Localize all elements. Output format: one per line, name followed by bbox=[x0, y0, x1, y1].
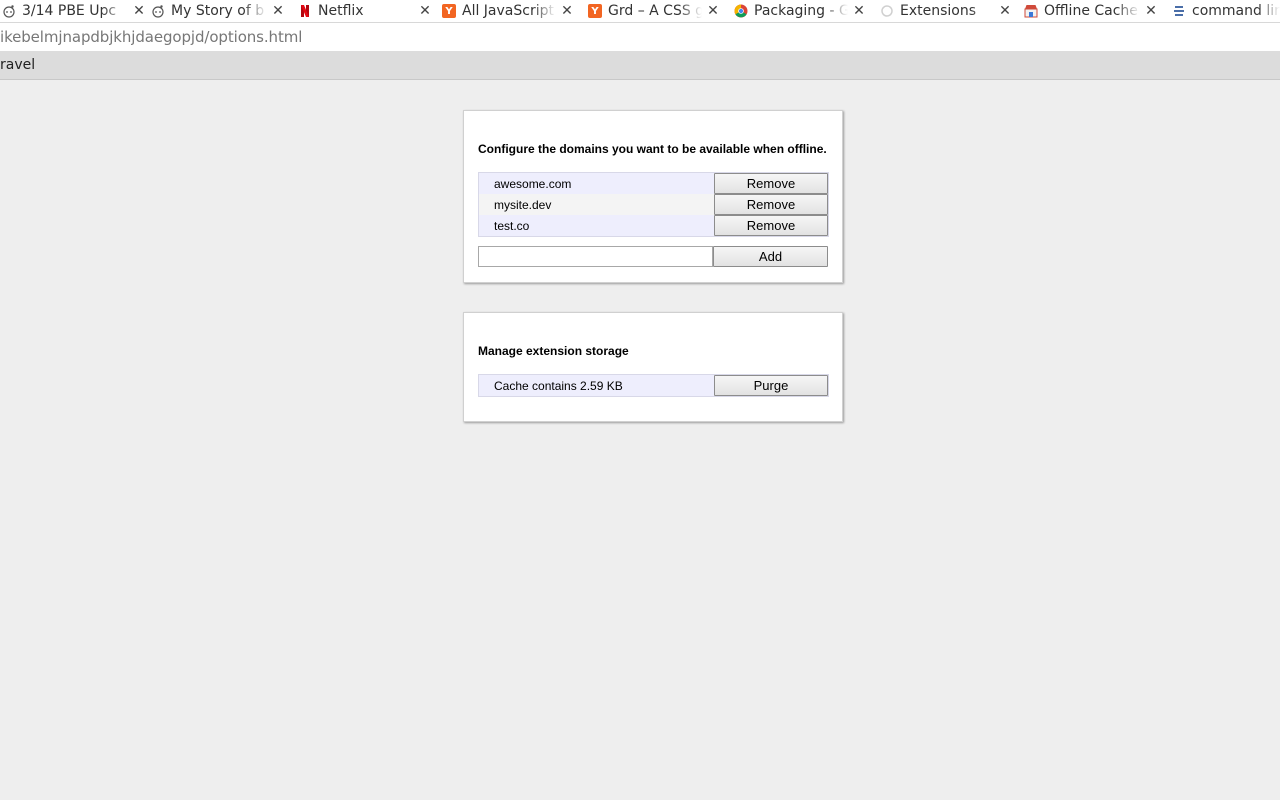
tab-strip: 3/14 PBE Upc ✕ My Story of b ✕ Netflix ✕… bbox=[0, 0, 1280, 22]
address-bar[interactable]: ikebelmjnapdbjkhjdaegopjd/options.html bbox=[0, 22, 1280, 51]
remove-domain-button[interactable]: Remove bbox=[714, 194, 828, 215]
domains-heading: Configure the domains you want to be ava… bbox=[478, 142, 827, 156]
domains-panel: Configure the domains you want to be ava… bbox=[463, 110, 843, 283]
address-bar-url[interactable]: ikebelmjnapdbjkhjdaegopjd/options.html bbox=[0, 28, 302, 46]
tab-packaging[interactable]: Packaging - G ✕ bbox=[734, 0, 866, 22]
tab-offline-cache[interactable]: Offline Cache ✕ bbox=[1024, 0, 1158, 22]
tab-title: Extensions bbox=[900, 3, 977, 19]
tab-title: Packaging - G bbox=[754, 3, 848, 19]
domain-list: awesome.com Remove mysite.dev Remove tes… bbox=[478, 172, 829, 237]
storage-panel: Manage extension storage Cache contains … bbox=[463, 312, 843, 422]
storage-heading: Manage extension storage bbox=[478, 344, 629, 358]
tab-extensions[interactable]: Extensions ✕ bbox=[880, 0, 1012, 22]
close-icon[interactable]: ✕ bbox=[271, 3, 285, 19]
tab-title: command line bbox=[1192, 3, 1280, 19]
close-icon[interactable]: ✕ bbox=[418, 3, 432, 19]
domain-name: mysite.dev bbox=[479, 194, 714, 215]
bookmarks-bar: ravel bbox=[0, 51, 1280, 80]
remove-domain-button[interactable]: Remove bbox=[714, 215, 828, 236]
tab-my-story[interactable]: My Story of b ✕ bbox=[151, 0, 285, 22]
tab-netflix[interactable]: Netflix ✕ bbox=[298, 0, 432, 22]
tab-all-javascript[interactable]: Y All JavaScript ✕ bbox=[442, 0, 574, 22]
puzzle-piece-icon bbox=[880, 4, 894, 18]
new-domain-input[interactable] bbox=[478, 246, 713, 267]
close-icon[interactable]: ✕ bbox=[998, 3, 1012, 19]
tab-title: 3/14 PBE Upc bbox=[22, 3, 117, 19]
close-icon[interactable]: ✕ bbox=[706, 3, 720, 19]
ycombinator-icon: Y bbox=[588, 4, 602, 18]
tab-title: Grd – A CSS g bbox=[608, 3, 702, 19]
chrome-icon bbox=[734, 4, 748, 18]
domain-name: awesome.com bbox=[479, 173, 714, 194]
close-icon[interactable]: ✕ bbox=[560, 3, 574, 19]
domain-row: awesome.com Remove bbox=[479, 173, 828, 194]
tab-pbe[interactable]: 3/14 PBE Upc ✕ bbox=[2, 0, 146, 22]
close-icon[interactable]: ✕ bbox=[132, 3, 146, 19]
tab-title: My Story of b bbox=[171, 3, 265, 19]
storage-list: Cache contains 2.59 KB Purge bbox=[478, 374, 829, 397]
reddit-alien-icon bbox=[151, 4, 165, 18]
close-icon[interactable]: ✕ bbox=[852, 3, 866, 19]
add-domain-row: Add bbox=[478, 246, 829, 267]
close-icon[interactable]: ✕ bbox=[1144, 3, 1158, 19]
remove-domain-button[interactable]: Remove bbox=[714, 173, 828, 194]
domain-row: mysite.dev Remove bbox=[479, 194, 828, 215]
domain-row: test.co Remove bbox=[479, 215, 828, 236]
tab-title: All JavaScript bbox=[462, 3, 554, 19]
tab-title: Offline Cache bbox=[1044, 3, 1138, 19]
reddit-alien-icon bbox=[2, 4, 16, 18]
tab-command-line[interactable]: command line bbox=[1172, 0, 1280, 22]
cache-size-text: Cache contains 2.59 KB bbox=[479, 375, 714, 396]
bookmark-item[interactable]: ravel bbox=[0, 57, 35, 73]
stack-icon bbox=[1172, 4, 1186, 18]
purge-button[interactable]: Purge bbox=[714, 375, 828, 396]
cache-row: Cache contains 2.59 KB Purge bbox=[479, 375, 828, 396]
tab-grd[interactable]: Y Grd – A CSS g ✕ bbox=[588, 0, 720, 22]
store-icon bbox=[1024, 4, 1038, 18]
add-domain-button[interactable]: Add bbox=[713, 246, 828, 267]
domain-name: test.co bbox=[479, 215, 714, 236]
ycombinator-icon: Y bbox=[442, 4, 456, 18]
tab-title: Netflix bbox=[318, 3, 364, 19]
netflix-icon bbox=[298, 4, 312, 18]
